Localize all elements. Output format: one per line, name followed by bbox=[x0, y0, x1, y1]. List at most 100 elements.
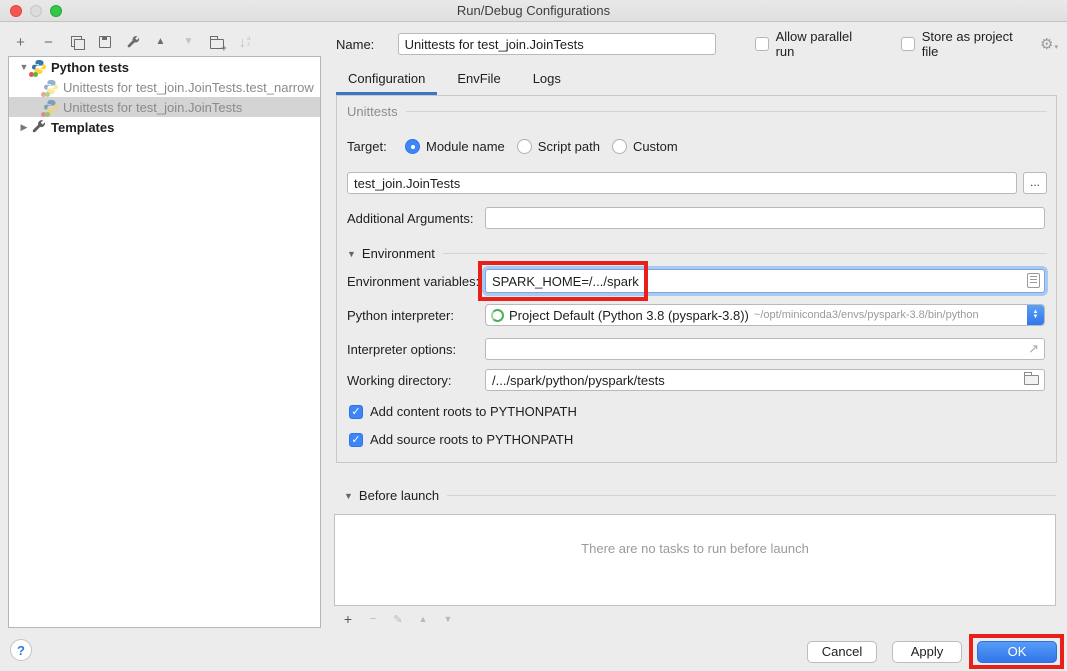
target-script-path-label: Script path bbox=[538, 139, 600, 154]
apply-button[interactable]: Apply bbox=[892, 641, 962, 663]
edit-task-icon[interactable]: ✎ bbox=[390, 613, 406, 626]
add-source-roots-checkbox[interactable]: ✓ bbox=[349, 433, 363, 447]
before-launch-toolbar: + − ✎ ▲ ▼ bbox=[340, 611, 456, 627]
save-configuration-icon[interactable] bbox=[96, 34, 113, 51]
add-content-roots-label: Add content roots to PYTHONPATH bbox=[370, 404, 577, 419]
tree-item-templates[interactable]: ▶ Templates bbox=[9, 117, 320, 137]
working-directory-label: Working directory: bbox=[347, 373, 485, 388]
window-controls bbox=[10, 5, 62, 17]
add-content-roots-option[interactable]: ✓ Add content roots to PYTHONPATH bbox=[349, 404, 577, 419]
remove-task-icon[interactable]: − bbox=[365, 613, 381, 625]
move-task-up-icon[interactable]: ▲ bbox=[415, 614, 431, 624]
combo-stepper-icon[interactable]: ▲▼ bbox=[1027, 305, 1044, 325]
edit-templates-icon[interactable] bbox=[124, 34, 141, 51]
tab-envfile[interactable]: EnvFile bbox=[445, 66, 512, 95]
configurations-toolbar: + − ▲ ▼ ↓ az bbox=[12, 32, 253, 52]
expand-collapse-icon[interactable]: ▶ bbox=[17, 122, 31, 133]
python-test-config-icon bbox=[43, 79, 59, 95]
environment-variables-input[interactable] bbox=[485, 269, 1045, 293]
tab-logs[interactable]: Logs bbox=[521, 66, 573, 95]
environment-section-title: Environment bbox=[362, 246, 435, 261]
additional-arguments-label: Additional Arguments: bbox=[347, 211, 485, 226]
before-launch-empty-text: There are no tasks to run before launch bbox=[335, 541, 1055, 556]
configuration-tabs: Configuration EnvFile Logs bbox=[336, 66, 573, 95]
copy-configuration-icon[interactable] bbox=[68, 34, 85, 51]
python-interpreter-value: Project Default (Python 3.8 (pyspark-3.8… bbox=[509, 308, 749, 323]
add-source-roots-label: Add source roots to PYTHONPATH bbox=[370, 432, 573, 447]
browse-module-button[interactable]: ... bbox=[1023, 172, 1047, 194]
interpreter-options-row: Interpreter options: ↗ bbox=[347, 338, 1047, 360]
move-down-icon[interactable]: ▼ bbox=[180, 34, 197, 51]
name-input[interactable] bbox=[398, 33, 716, 55]
configurations-tree: ▼ Python tests Unittests for test_join.J… bbox=[8, 56, 321, 628]
browse-folder-icon[interactable] bbox=[1024, 375, 1039, 385]
collapse-environment-icon[interactable]: ▼ bbox=[347, 249, 356, 259]
target-custom-label: Custom bbox=[633, 139, 678, 154]
create-folder-icon[interactable] bbox=[208, 34, 225, 51]
tree-item-label: Python tests bbox=[51, 60, 129, 75]
add-task-icon[interactable]: + bbox=[340, 611, 356, 627]
help-button[interactable]: ? bbox=[10, 639, 32, 661]
title-bar: Run/Debug Configurations bbox=[0, 0, 1067, 22]
store-settings-gear-icon[interactable]: ⚙▾ bbox=[1040, 35, 1058, 53]
add-source-roots-option[interactable]: ✓ Add source roots to PYTHONPATH bbox=[349, 432, 573, 447]
add-content-roots-checkbox[interactable]: ✓ bbox=[349, 405, 363, 419]
module-row: ... bbox=[347, 172, 1047, 194]
python-tests-icon bbox=[31, 59, 47, 75]
target-label: Target: bbox=[347, 139, 405, 154]
tree-item-unittests-test-narrow[interactable]: Unittests for test_join.JoinTests.test_n… bbox=[9, 77, 320, 97]
add-configuration-icon[interactable]: + bbox=[12, 34, 29, 51]
interpreter-options-label: Interpreter options: bbox=[347, 342, 485, 357]
allow-parallel-run-option[interactable]: Allow parallel run bbox=[755, 29, 874, 59]
store-as-project-file-checkbox[interactable] bbox=[901, 37, 915, 51]
unittests-group-header: Unittests bbox=[347, 104, 1047, 119]
templates-wrench-icon bbox=[31, 119, 47, 135]
close-window-button[interactable] bbox=[10, 5, 22, 17]
before-launch-section-header[interactable]: ▼ Before launch bbox=[344, 488, 1056, 503]
interpreter-options-input[interactable] bbox=[485, 338, 1045, 360]
target-script-path-radio[interactable] bbox=[517, 139, 532, 154]
edit-environment-variables-icon[interactable] bbox=[1027, 273, 1040, 288]
tree-item-label: Templates bbox=[51, 120, 114, 135]
expand-field-icon[interactable]: ↗ bbox=[1028, 341, 1039, 357]
collapse-before-launch-icon[interactable]: ▼ bbox=[344, 491, 353, 501]
unittests-group-title: Unittests bbox=[347, 104, 398, 119]
allow-parallel-run-label: Allow parallel run bbox=[776, 29, 874, 59]
store-as-project-file-label: Store as project file bbox=[922, 29, 1032, 59]
working-directory-input[interactable] bbox=[485, 369, 1045, 391]
python-interpreter-row: Python interpreter: Project Default (Pyt… bbox=[347, 304, 1047, 326]
module-name-input[interactable] bbox=[347, 172, 1017, 194]
environment-section-header[interactable]: ▼ Environment bbox=[347, 246, 1047, 261]
python-interpreter-select[interactable]: Project Default (Python 3.8 (pyspark-3.8… bbox=[485, 304, 1045, 326]
python-interpreter-path: ~/opt/miniconda3/envs/pyspark-3.8/bin/py… bbox=[754, 309, 979, 321]
additional-arguments-row: Additional Arguments: bbox=[347, 207, 1047, 229]
target-row: Target: Module name Script path Custom bbox=[347, 139, 678, 154]
minimize-window-button[interactable] bbox=[30, 5, 42, 17]
name-row: Name: Allow parallel run Store as projec… bbox=[336, 33, 1058, 55]
environment-variables-row: Environment variables: bbox=[347, 269, 1047, 293]
sort-configurations-icon[interactable]: ↓ az bbox=[236, 34, 253, 51]
cancel-button[interactable]: Cancel bbox=[807, 641, 877, 663]
zoom-window-button[interactable] bbox=[50, 5, 62, 17]
target-module-name-label: Module name bbox=[426, 139, 505, 154]
tab-configuration[interactable]: Configuration bbox=[336, 66, 437, 95]
remove-configuration-icon[interactable]: − bbox=[40, 34, 57, 51]
before-launch-task-list: There are no tasks to run before launch bbox=[334, 514, 1056, 606]
move-up-icon[interactable]: ▲ bbox=[152, 34, 169, 51]
allow-parallel-run-checkbox[interactable] bbox=[755, 37, 769, 51]
before-launch-title: Before launch bbox=[359, 488, 439, 503]
ok-button[interactable]: OK bbox=[977, 641, 1057, 663]
conda-environment-icon bbox=[491, 309, 504, 322]
environment-variables-label: Environment variables: bbox=[347, 274, 485, 289]
store-as-project-file-option[interactable]: Store as project file bbox=[901, 29, 1032, 59]
python-test-config-icon bbox=[43, 99, 59, 115]
name-label: Name: bbox=[336, 37, 398, 52]
tree-item-python-tests[interactable]: ▼ Python tests bbox=[9, 57, 320, 77]
tree-item-unittests-jointests[interactable]: Unittests for test_join.JoinTests bbox=[9, 97, 320, 117]
additional-arguments-input[interactable] bbox=[485, 207, 1045, 229]
target-custom-radio[interactable] bbox=[612, 139, 627, 154]
expand-collapse-icon[interactable]: ▼ bbox=[17, 62, 31, 72]
target-module-name-radio[interactable] bbox=[405, 139, 420, 154]
move-task-down-icon[interactable]: ▼ bbox=[440, 614, 456, 624]
window-title: Run/Debug Configurations bbox=[457, 3, 610, 18]
